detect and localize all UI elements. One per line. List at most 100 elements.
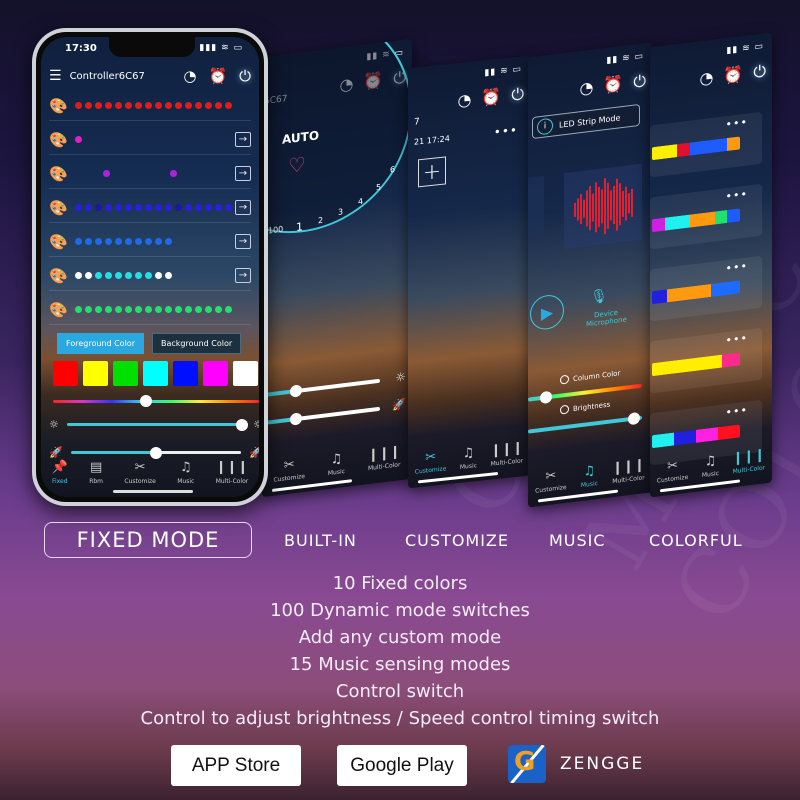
timer-icon[interactable]: ◔ [457, 90, 471, 111]
tab-customize[interactable]: ✂ Customize [124, 460, 156, 485]
tab-foreground-color[interactable]: Foreground Color [57, 333, 144, 354]
apply-arrow-button[interactable]: → [235, 132, 251, 147]
tab-background-color[interactable]: Background Color [151, 333, 242, 354]
slider-knob[interactable] [290, 412, 302, 426]
timer-icon[interactable]: ◔ [183, 67, 196, 85]
tab-customize[interactable]: ✂ Customize [657, 457, 689, 485]
add-custom-button[interactable]: + [418, 156, 446, 188]
power-icon[interactable]: ⏻ [753, 61, 766, 83]
play-button[interactable]: ▶ [530, 293, 564, 332]
color-swatch[interactable] [173, 361, 198, 386]
dial-number[interactable]: 3 [338, 207, 343, 217]
color-swatch[interactable] [53, 361, 78, 386]
alarm-icon[interactable]: ⏰ [481, 87, 501, 109]
palette-icon: 🎨 [49, 198, 68, 217]
music-brightness-slider[interactable] [528, 411, 642, 434]
color-mode-card[interactable]: ••• [650, 327, 762, 394]
more-icon[interactable]: ••• [494, 123, 518, 140]
more-icon[interactable]: ••• [726, 115, 748, 131]
tab-multi-color[interactable]: ❙❙❙ Multi-Color [368, 444, 401, 472]
color-mode-card[interactable]: ••• [650, 255, 762, 322]
color-swatch[interactable] [203, 361, 228, 386]
menu-icon[interactable]: ☰ [49, 68, 62, 84]
color-mode-card[interactable]: ••• [650, 111, 762, 178]
tab-music[interactable]: ♫ Music [702, 453, 719, 479]
power-icon[interactable]: ⏻ [511, 84, 524, 105]
tab-music[interactable]: ♫ Music [177, 460, 194, 485]
more-icon[interactable]: ••• [726, 187, 748, 203]
brightness-slider[interactable] [66, 418, 248, 431]
column-color-option[interactable]: Column Color [560, 368, 620, 385]
alarm-icon[interactable]: ⏰ [603, 74, 623, 96]
dial-number[interactable]: 6 [390, 165, 395, 175]
color-swatch[interactable] [233, 361, 258, 386]
tab-multi-color[interactable]: ❙❙❙ Multi-Color [733, 447, 766, 475]
fixed-mode-row[interactable]: 🎨 → [49, 125, 251, 155]
fixed-mode-row[interactable]: 🎨 [49, 91, 251, 121]
color-dot [95, 272, 102, 279]
speed-slider[interactable] [262, 406, 380, 426]
apply-arrow-button[interactable]: → [235, 166, 251, 181]
more-icon[interactable]: ••• [726, 331, 748, 347]
google-play-button[interactable]: Google Play [337, 745, 467, 786]
slider-knob[interactable] [290, 384, 302, 398]
color-mode-card[interactable]: ••• [650, 183, 762, 250]
mode-music[interactable]: MUSIC [549, 531, 606, 550]
more-icon[interactable]: ••• [726, 403, 748, 419]
tab-customize[interactable]: ✂ Customize [273, 456, 305, 484]
dial-number[interactable]: 5 [376, 183, 381, 193]
slider-knob[interactable] [150, 446, 162, 459]
alarm-icon[interactable]: ⏰ [723, 64, 743, 86]
power-icon[interactable]: ⏻ [239, 67, 251, 85]
dial-number[interactable]: 100 [268, 225, 283, 236]
mode-customize[interactable]: CUSTOMIZE [405, 531, 509, 550]
more-icon[interactable]: ••• [726, 259, 748, 275]
apply-arrow-button[interactable]: → [235, 268, 251, 283]
color-swatch[interactable] [143, 361, 168, 386]
feature-item: Control switch [335, 681, 465, 702]
mode-fixed[interactable]: FIXED MODE [44, 522, 252, 558]
led-strip-mode-button[interactable]: i LED Strip Mode [532, 103, 640, 140]
speed-slider[interactable] [70, 446, 242, 459]
mode-built-in[interactable]: BUILT-IN [284, 531, 357, 550]
tab-customize[interactable]: ✂ Customize [535, 467, 567, 495]
tab-multi-color[interactable]: ❙❙❙ Multi-Color [612, 457, 645, 485]
slider-knob[interactable] [235, 418, 248, 431]
heart-icon[interactable]: ♡ [288, 152, 306, 178]
power-icon[interactable]: ⏻ [633, 71, 646, 93]
mode-colorful[interactable]: COLORFUL [649, 531, 743, 550]
slider-knob[interactable] [540, 390, 552, 405]
tab-fixed[interactable]: 📌 Fixed [52, 460, 68, 485]
brightness-option[interactable]: Brightness [560, 400, 610, 415]
timer-icon[interactable]: ◔ [579, 78, 593, 100]
fixed-mode-row[interactable]: 🎨 → [49, 227, 251, 257]
fixed-mode-row[interactable]: 🎨 → [49, 193, 251, 223]
column-color-slider[interactable] [528, 383, 642, 405]
tab-rbm[interactable]: ▤ Rbm [89, 460, 103, 485]
fixed-mode-row[interactable]: 🎨 → [49, 159, 251, 189]
alarm-icon[interactable]: ⏰ [208, 67, 227, 85]
dial-number[interactable]: 1 [296, 220, 303, 234]
slider-knob[interactable] [628, 411, 640, 426]
brightness-slider[interactable] [262, 378, 380, 398]
slider-knob[interactable] [139, 395, 152, 407]
tab-music[interactable]: ♫ Music [581, 463, 598, 489]
fixed-mode-row[interactable]: 🎨 → [49, 261, 251, 291]
tab-music[interactable]: ♫ Music [328, 451, 345, 477]
tab-music[interactable]: ♫ Music [460, 445, 477, 471]
timer-icon[interactable]: ◔ [699, 68, 713, 90]
app-store-button[interactable]: APP Store [171, 745, 301, 786]
apply-arrow-button[interactable]: → [235, 234, 251, 249]
tab-customize[interactable]: ✂ Customize [415, 448, 447, 475]
hue-slider[interactable] [53, 395, 259, 407]
tab-multi-color[interactable]: ❙❙❙ Multi-Color [491, 440, 524, 467]
color-swatch[interactable] [113, 361, 138, 386]
apply-arrow-button[interactable]: → [235, 200, 251, 215]
color-dot [125, 238, 132, 245]
color-swatch[interactable] [83, 361, 108, 386]
microphone-icon[interactable]: 🎙 [590, 288, 608, 306]
dial-number[interactable]: 4 [358, 197, 363, 207]
dial-number[interactable]: 2 [318, 216, 323, 226]
fixed-mode-row[interactable]: 🎨 [49, 295, 251, 325]
tab-multi-color[interactable]: ❙❙❙ Multi-Color [216, 460, 249, 485]
